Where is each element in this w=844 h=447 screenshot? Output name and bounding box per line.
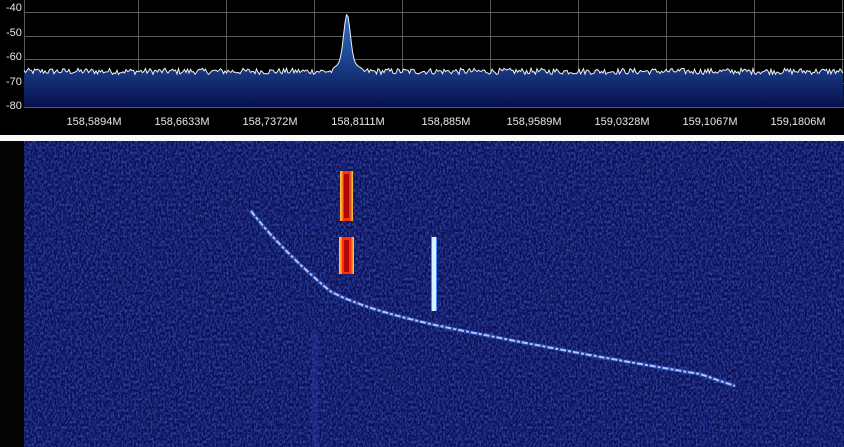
freq-label: 158,885M: [421, 116, 471, 128]
db-label-minus60: -60: [6, 51, 22, 63]
faint-vertical-streak: [312, 331, 318, 447]
spectrum-display[interactable]: -40 -50 -60 -70 -80 158,5894M 158,6633M …: [0, 0, 844, 135]
db-label-minus50: -50: [6, 27, 22, 39]
waterfall-display[interactable]: [0, 141, 844, 447]
freq-label: 158,9589M: [506, 116, 562, 128]
signal-burst-lower: [339, 237, 354, 274]
freq-label: 159,0328M: [594, 116, 650, 128]
waterfall-plot[interactable]: [0, 141, 844, 447]
sdr-app: -40 -50 -60 -70 -80 158,5894M 158,6633M …: [0, 0, 844, 447]
signal-burst-cyan: [431, 237, 437, 311]
waterfall-left-margin: [0, 141, 24, 447]
freq-label: 159,1806M: [770, 116, 826, 128]
freq-label: 158,6633M: [154, 116, 210, 128]
spectrum-plot[interactable]: [0, 0, 844, 135]
signal-burst-upper: [340, 171, 353, 221]
freq-label: 159,1067M: [682, 116, 738, 128]
db-label-minus70: -70: [6, 76, 22, 88]
db-label-minus40: -40: [6, 2, 22, 14]
db-label-minus80: -80: [6, 100, 22, 112]
freq-label: 158,7372M: [242, 116, 298, 128]
freq-label: 158,5894M: [66, 116, 122, 128]
freq-label: 158,8111M: [331, 116, 385, 128]
spectrum-fill: [24, 14, 844, 107]
spectrum-trace: [23, 13, 844, 76]
